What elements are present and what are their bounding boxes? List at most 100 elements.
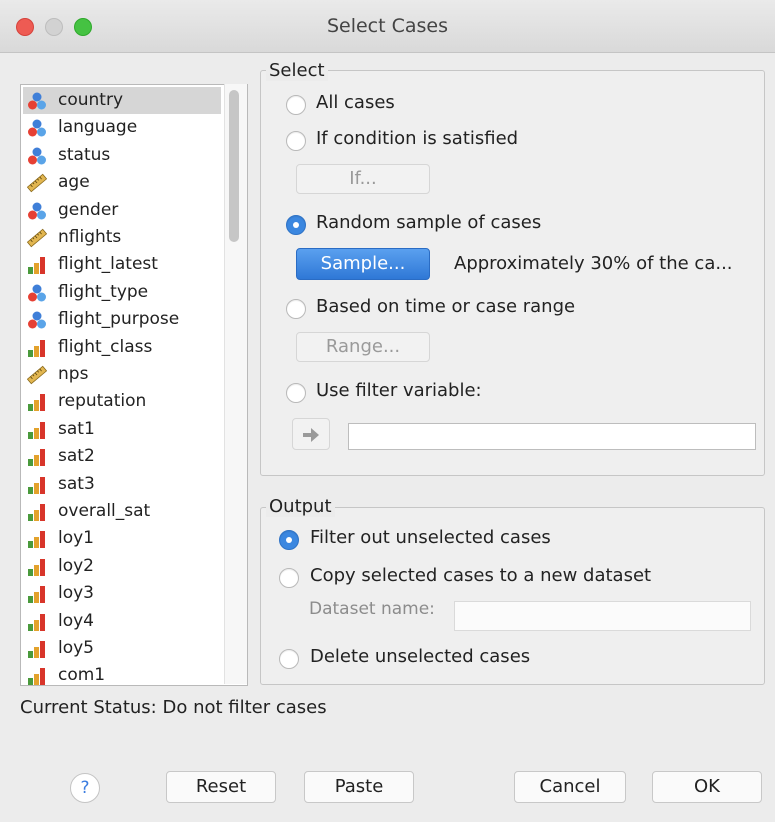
nominal-icon bbox=[27, 310, 47, 330]
variable-label: language bbox=[58, 117, 138, 138]
ordinal-icon bbox=[27, 612, 47, 632]
variable-label: loy1 bbox=[58, 528, 95, 549]
ordinal-icon bbox=[27, 338, 47, 358]
variable-label: loy3 bbox=[58, 583, 95, 604]
variable-item[interactable]: flight_type bbox=[23, 279, 221, 306]
output-group-legend: Output bbox=[266, 496, 335, 517]
variable-label: sat3 bbox=[58, 473, 95, 494]
ordinal-icon bbox=[27, 584, 47, 604]
if-button[interactable]: If... bbox=[296, 164, 430, 194]
ordinal-icon bbox=[27, 639, 47, 659]
ordinal-icon bbox=[27, 502, 47, 522]
variable-label: sat1 bbox=[58, 418, 95, 439]
paste-button[interactable]: Paste bbox=[304, 771, 414, 803]
variable-label: age bbox=[58, 172, 90, 193]
variable-label: sat2 bbox=[58, 446, 95, 467]
ordinal-icon bbox=[27, 420, 47, 440]
nominal-icon bbox=[27, 91, 47, 111]
ordinal-icon bbox=[27, 557, 47, 577]
time-range-label: Based on time or case range bbox=[316, 296, 576, 317]
nominal-icon bbox=[27, 201, 47, 221]
dataset-name-field[interactable] bbox=[454, 601, 751, 631]
time-range-radio[interactable] bbox=[286, 299, 306, 319]
random-sample-radio[interactable] bbox=[286, 215, 306, 235]
variable-item[interactable]: loy5 bbox=[23, 635, 221, 662]
variable-item[interactable]: age bbox=[23, 169, 221, 196]
variable-label: loy5 bbox=[58, 638, 95, 658]
variable-item[interactable]: sat2 bbox=[23, 443, 221, 470]
variable-item[interactable]: nflights bbox=[23, 224, 221, 251]
ordinal-icon bbox=[27, 529, 47, 549]
reset-button[interactable]: Reset bbox=[166, 771, 276, 803]
variable-label: gender bbox=[58, 199, 119, 220]
move-variable-button[interactable] bbox=[292, 418, 330, 450]
current-status-text: Current Status: Do not filter cases bbox=[20, 697, 327, 718]
delete-unselected-label: Delete unselected cases bbox=[310, 646, 531, 667]
scale-icon bbox=[26, 173, 48, 193]
variable-item[interactable]: loy1 bbox=[23, 525, 221, 552]
all-cases-radio[interactable] bbox=[286, 95, 306, 115]
sample-button[interactable]: Sample... bbox=[296, 248, 430, 280]
variable-list-scroll-thumb[interactable] bbox=[229, 90, 239, 242]
variable-label: nflights bbox=[58, 227, 122, 247]
filter-out-label: Filter out unselected cases bbox=[310, 527, 551, 548]
scale-icon bbox=[26, 228, 48, 248]
variable-item[interactable]: loy2 bbox=[23, 553, 221, 580]
variable-item[interactable]: sat3 bbox=[23, 471, 221, 498]
title-bar: Select Cases bbox=[0, 0, 775, 53]
cancel-button[interactable]: Cancel bbox=[514, 771, 626, 803]
select-group-legend: Select bbox=[266, 60, 328, 81]
variable-item[interactable]: flight_class bbox=[23, 334, 221, 361]
ordinal-icon bbox=[27, 447, 47, 467]
variable-label: flight_class bbox=[58, 336, 153, 357]
ordinal-icon bbox=[27, 392, 47, 412]
variable-item[interactable]: reputation bbox=[23, 388, 221, 415]
variable-item[interactable]: sat1 bbox=[23, 416, 221, 443]
ordinal-icon bbox=[27, 475, 47, 495]
variable-label: nps bbox=[58, 364, 89, 384]
variable-item[interactable]: flight_latest bbox=[23, 251, 221, 278]
variable-label: flight_purpose bbox=[58, 309, 180, 330]
variable-item[interactable]: gender bbox=[23, 197, 221, 224]
variable-item[interactable]: flight_purpose bbox=[23, 306, 221, 333]
variable-label: com1 bbox=[58, 665, 106, 686]
sample-info-text: Approximately 30% of the ca... bbox=[454, 253, 733, 274]
all-cases-label: All cases bbox=[316, 92, 395, 113]
ok-button[interactable]: OK bbox=[652, 771, 762, 803]
arrow-right-icon bbox=[303, 428, 319, 442]
variable-item[interactable]: nps bbox=[23, 361, 221, 388]
delete-unselected-radio[interactable] bbox=[279, 649, 299, 669]
variable-item[interactable]: status bbox=[23, 142, 221, 169]
variable-item[interactable]: language bbox=[23, 114, 221, 141]
nominal-icon bbox=[27, 146, 47, 166]
nominal-icon bbox=[27, 118, 47, 138]
variable-label: overall_sat bbox=[58, 501, 151, 521]
variable-item[interactable]: overall_sat bbox=[23, 498, 221, 525]
variable-item[interactable]: country bbox=[23, 87, 221, 114]
variable-label: reputation bbox=[58, 391, 147, 412]
filter-variable-field[interactable] bbox=[348, 423, 756, 450]
if-condition-radio[interactable] bbox=[286, 131, 306, 151]
variable-list[interactable]: country language status age gender nflights fl… bbox=[20, 84, 248, 686]
variable-label: status bbox=[58, 144, 111, 165]
help-button[interactable]: ? bbox=[70, 773, 100, 803]
filter-out-radio[interactable] bbox=[279, 530, 299, 550]
scale-icon bbox=[26, 365, 48, 385]
if-condition-label: If condition is satisfied bbox=[316, 128, 519, 149]
window-title: Select Cases bbox=[326, 15, 449, 37]
filter-variable-label: Use filter variable: bbox=[316, 380, 482, 401]
variable-item[interactable]: com1 bbox=[23, 662, 221, 686]
variable-label: country bbox=[58, 90, 124, 110]
copy-dataset-label: Copy selected cases to a new dataset bbox=[310, 565, 652, 586]
variable-item[interactable]: loy3 bbox=[23, 580, 221, 607]
ordinal-icon bbox=[27, 666, 47, 685]
copy-dataset-radio[interactable] bbox=[279, 568, 299, 588]
dataset-name-label: Dataset name: bbox=[309, 599, 435, 619]
variable-item[interactable]: loy4 bbox=[23, 608, 221, 635]
nominal-icon bbox=[27, 283, 47, 303]
range-button[interactable]: Range... bbox=[296, 332, 430, 362]
variable-label: flight_type bbox=[58, 281, 149, 302]
filter-variable-radio[interactable] bbox=[286, 383, 306, 403]
ordinal-icon bbox=[27, 255, 47, 275]
variable-label: flight_latest bbox=[58, 254, 158, 275]
